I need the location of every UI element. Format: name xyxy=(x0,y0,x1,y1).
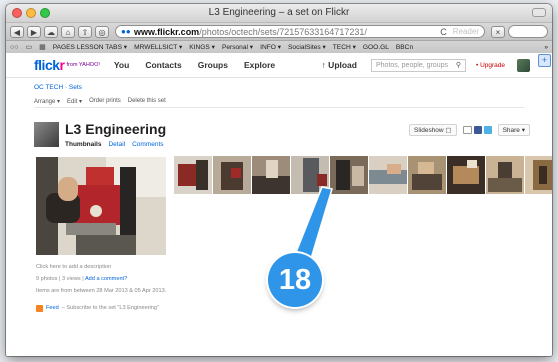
callout-pointer xyxy=(294,186,333,264)
step-number-callout: 18 xyxy=(268,253,322,307)
add-tab-button[interactable]: + xyxy=(538,54,551,67)
